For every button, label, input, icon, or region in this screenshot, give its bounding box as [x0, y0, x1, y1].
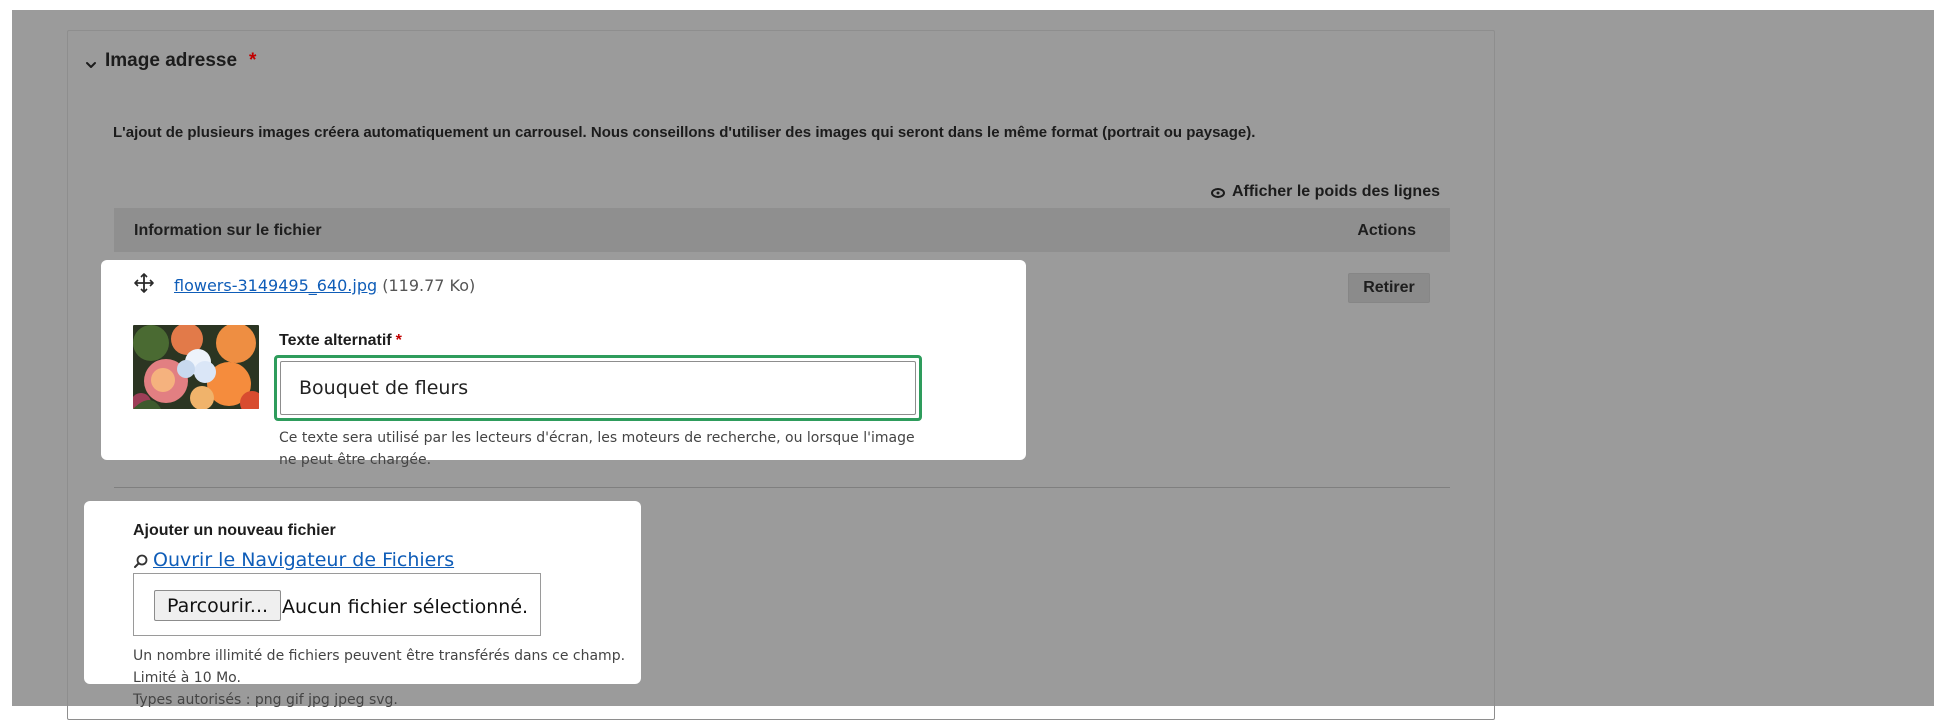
no-file-selected-text: Aucun fichier sélectionné. [282, 596, 529, 618]
upload-title: Ajouter un nouveau fichier [133, 522, 336, 539]
upload-help-limit: Limité à 10 Mo. [133, 670, 241, 686]
column-header-actions: Actions [1357, 222, 1416, 239]
show-row-weights-toggle[interactable]: Afficher le poids des lignes [1210, 183, 1440, 201]
table-row-divider [114, 487, 1450, 488]
section-toggle[interactable]: Image adresse * [85, 50, 256, 72]
required-marker: * [395, 332, 402, 349]
show-row-weights-label: Afficher le poids des lignes [1231, 183, 1440, 200]
file-link[interactable]: flowers-3149495_640.jpg [174, 276, 377, 295]
open-file-browser-link[interactable]: Ouvrir le Navigateur de Fichiers [153, 549, 454, 571]
chevron-down-icon [85, 55, 97, 68]
upload-help-unlimited: Un nombre illimité de fichiers peuvent ê… [133, 648, 626, 664]
upload-help-types: Types autorisés : png gif jpg jpeg svg. [133, 692, 398, 708]
alt-text-label: Texte alternatif * [279, 332, 402, 350]
move-icon[interactable] [133, 272, 155, 294]
column-header-file-info: Information sur le fichier [134, 222, 322, 239]
alt-text-label-text: Texte alternatif [279, 332, 392, 349]
alt-text-input[interactable] [280, 361, 916, 415]
file-browser-link-line: Ouvrir le Navigateur de Fichiers [133, 549, 454, 571]
file-size: (119.77 Ko) [382, 276, 476, 295]
upload-help: Un nombre illimité de fichiers peuvent ê… [133, 645, 625, 711]
alt-text-help: Ce texte sera utilisé par les lecteurs d… [279, 430, 915, 468]
browse-button[interactable]: Parcourir... [154, 590, 282, 621]
magnifier-icon [133, 552, 149, 568]
alt-text-focus-ring [274, 355, 922, 421]
remove-file-button[interactable]: Retirer [1348, 273, 1430, 303]
file-upload-control: Parcourir... Aucun fichier sélectionné. [133, 573, 541, 636]
file-info-line: flowers-3149495_640.jpg (119.77 Ko) [174, 276, 475, 295]
image-thumbnail [133, 325, 259, 409]
required-marker: * [249, 50, 257, 71]
eye-icon [1210, 186, 1226, 198]
file-table-header: Information sur le fichier Actions [114, 208, 1450, 252]
section-title: Image adresse [105, 50, 238, 71]
section-description: L'ajout de plusieurs images créera autom… [113, 124, 1256, 141]
